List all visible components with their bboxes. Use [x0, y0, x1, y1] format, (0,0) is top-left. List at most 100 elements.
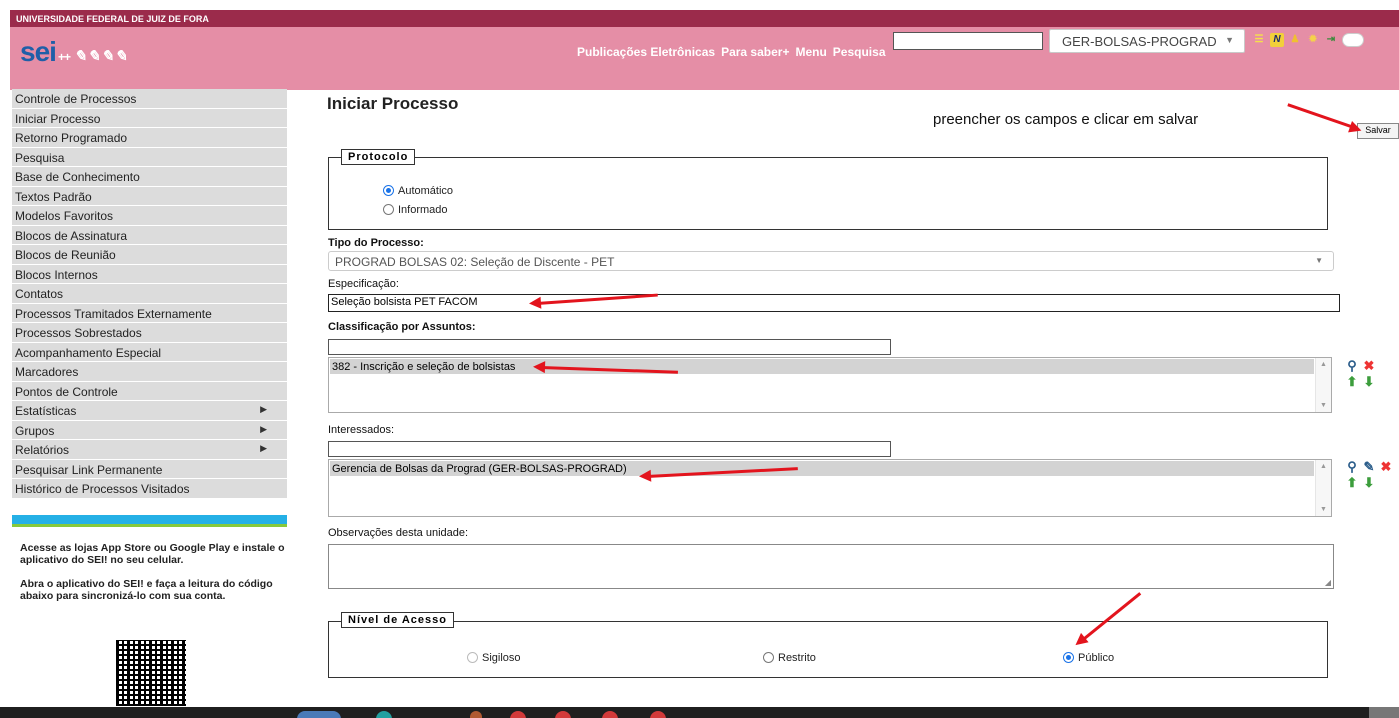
sidebar-item[interactable]: Blocos de Assinatura: [12, 225, 287, 245]
theme-toggle-icon[interactable]: [1342, 33, 1364, 47]
sun-icon[interactable]: ✹: [1306, 33, 1320, 47]
sidebar-item[interactable]: Relatórios ▶: [12, 440, 287, 460]
sidebar-item[interactable]: Modelos Favoritos: [12, 206, 287, 226]
taskbar-app-icon[interactable]: [510, 711, 526, 718]
taskbar-corner[interactable]: [1369, 707, 1399, 718]
classificacao-label: Classificação por Assuntos:: [328, 321, 476, 333]
search-icon[interactable]: ⚲: [1345, 460, 1359, 474]
move-down-icon[interactable]: ⬇: [1362, 375, 1376, 389]
list-icon[interactable]: ☰: [1252, 33, 1266, 47]
sidebar-item-label: Retorno Programado: [15, 131, 128, 145]
nav-pesquisa[interactable]: Pesquisa: [833, 45, 886, 59]
taskbar-app-icon[interactable]: [470, 711, 482, 718]
sidebar-item[interactable]: Pesquisar Link Permanente: [12, 459, 287, 479]
protocolo-legend: Protocolo: [341, 149, 416, 165]
nav-para-saber[interactable]: Para saber+: [721, 45, 789, 59]
unit-select[interactable]: GER-BOLSAS-PROGRAD ▼: [1049, 29, 1245, 53]
chevron-right-icon: ▶: [260, 443, 267, 453]
scroll-up-icon[interactable]: ▲: [1320, 361, 1327, 368]
taskbar-app-icon[interactable]: [376, 711, 392, 718]
edit-icon[interactable]: ✎: [1362, 460, 1376, 474]
nav-menu[interactable]: Menu: [795, 45, 826, 59]
chevron-down-icon: ▼: [1315, 256, 1323, 265]
logo-text: sei: [20, 36, 57, 67]
search-icon[interactable]: ⚲: [1345, 359, 1359, 373]
remove-icon[interactable]: ✖: [1379, 460, 1393, 474]
taskbar-app-icon[interactable]: [650, 711, 666, 718]
annotation-arrow: [1287, 103, 1355, 129]
sidebar-item[interactable]: Iniciar Processo: [12, 108, 287, 128]
sidebar-item[interactable]: Blocos Internos: [12, 264, 287, 284]
search-input[interactable]: [893, 32, 1043, 50]
radio-restrito-label: Restrito: [778, 652, 816, 664]
annotation-text: preencher os campos e clicar em salvar: [933, 111, 1199, 128]
radio-publico-label: Público: [1078, 652, 1115, 664]
chevron-right-icon: ▶: [260, 404, 267, 414]
observacoes-textarea[interactable]: ◢: [328, 544, 1334, 589]
radio-automatico[interactable]: Automático: [383, 185, 453, 197]
sidebar-item[interactable]: Processos Tramitados Externamente: [12, 303, 287, 323]
sidebar-item[interactable]: Acompanhamento Especial: [12, 342, 287, 362]
move-down-icon[interactable]: ⬇: [1362, 476, 1376, 490]
sidebar-item[interactable]: Contatos: [12, 284, 287, 304]
sidebar-item[interactable]: Blocos de Reunião: [12, 245, 287, 265]
sidebar-item[interactable]: Pontos de Controle: [12, 381, 287, 401]
taskbar-app-icon[interactable]: [602, 711, 618, 718]
interessados-label: Interessados:: [328, 424, 395, 436]
save-button[interactable]: Salvar: [1357, 123, 1399, 139]
resize-handle-icon[interactable]: ◢: [1325, 578, 1331, 587]
radio-automatico-icon[interactable]: [383, 185, 394, 196]
remove-icon[interactable]: ✖: [1362, 359, 1376, 373]
sidebar-item[interactable]: Textos Padrão: [12, 186, 287, 206]
list-item[interactable]: 382 - Inscrição e seleção de bolsistas: [330, 359, 1314, 374]
sidebar-item[interactable]: Processos Sobrestados: [12, 323, 287, 343]
taskbar-app-icon[interactable]: [297, 711, 341, 718]
sidebar-item[interactable]: Histórico de Processos Visitados: [12, 479, 287, 499]
sidebar-item[interactable]: Estatísticas ▶: [12, 401, 287, 421]
classificacao-list[interactable]: 382 - Inscrição e seleção de bolsistas ▲…: [328, 357, 1332, 413]
sidebar-item-label: Contatos: [15, 287, 64, 301]
logo-suffix: ++: [57, 50, 71, 64]
app-instructions: Acesse as lojas App Store ou Google Play…: [20, 542, 290, 614]
chevron-right-icon: ▶: [260, 423, 267, 434]
sei-logo[interactable]: sei ++ ✎✎✎✎: [20, 36, 128, 68]
sidebar-item[interactable]: Marcadores: [12, 362, 287, 382]
list-item[interactable]: Gerencia de Bolsas da Prograd (GER-BOLSA…: [330, 461, 1314, 476]
sidebar-item[interactable]: Base de Conhecimento: [12, 167, 287, 187]
top-nav: Publicações Eletrônicas Para saber+ Menu…: [577, 45, 886, 59]
sidebar-item[interactable]: Grupos ▶: [12, 420, 287, 440]
interessados-input[interactable]: [328, 441, 891, 457]
sidebar-item-label: Blocos de Assinatura: [15, 228, 128, 243]
sidebar-item-label: Estatísticas: [15, 404, 77, 418]
especificacao-input[interactable]: Seleção bolsista PET FACOM: [328, 294, 1340, 312]
radio-informado[interactable]: Informado: [383, 204, 448, 216]
radio-informado-icon[interactable]: [383, 204, 394, 215]
interessados-list[interactable]: Gerencia de Bolsas da Prograd (GER-BOLSA…: [328, 459, 1332, 517]
notes-icon[interactable]: N: [1270, 33, 1284, 47]
scroll-up-icon[interactable]: ▲: [1320, 463, 1327, 470]
sidebar-item[interactable]: Pesquisa: [12, 147, 287, 167]
scrollbar[interactable]: ▲ ▼: [1315, 460, 1331, 516]
sidebar-item-label: Blocos de Reunião: [15, 248, 116, 262]
users-icon[interactable]: ♟: [1288, 33, 1302, 47]
page-title: Iniciar Processo: [327, 94, 459, 113]
radio-automatico-label: Automático: [398, 185, 454, 197]
classificacao-input[interactable]: [328, 339, 891, 355]
sidebar-item[interactable]: Controle de Processos: [12, 89, 287, 109]
tipo-select[interactable]: PROGRAD BOLSAS 02: Seleção de Discente -…: [328, 251, 1334, 271]
interessados-actions: ⚲ ✎ ✖ ⬆ ⬇: [1345, 460, 1393, 490]
taskbar-app-icon[interactable]: [555, 711, 571, 718]
scroll-down-icon[interactable]: ▼: [1320, 506, 1327, 513]
exit-icon[interactable]: ⇥: [1324, 33, 1338, 47]
radio-restrito-icon[interactable]: [763, 652, 774, 663]
radio-restrito[interactable]: Restrito: [763, 652, 816, 664]
move-up-icon[interactable]: ⬆: [1345, 375, 1359, 389]
radio-publico[interactable]: Público: [1063, 652, 1114, 664]
nav-publicacoes[interactable]: Publicações Eletrônicas: [577, 45, 715, 59]
move-up-icon[interactable]: ⬆: [1345, 476, 1359, 490]
scrollbar[interactable]: ▲ ▼: [1315, 358, 1331, 412]
nivel-legend: Nível de Acesso: [341, 612, 454, 628]
scroll-down-icon[interactable]: ▼: [1320, 402, 1327, 409]
radio-publico-icon[interactable]: [1063, 652, 1074, 663]
sidebar-item[interactable]: Retorno Programado: [12, 128, 287, 148]
